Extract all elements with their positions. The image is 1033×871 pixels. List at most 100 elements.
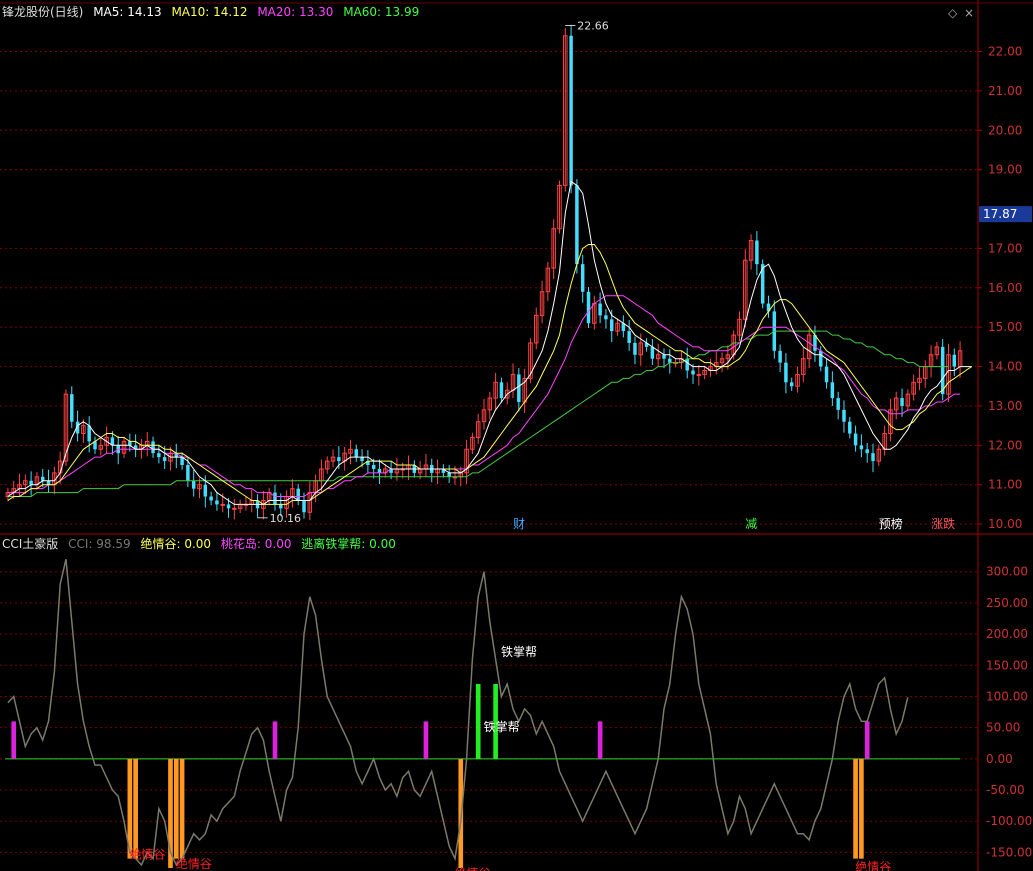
candle-down <box>354 449 359 458</box>
candle-down <box>604 315 608 320</box>
cci-tick-label: -150.00 <box>986 845 1032 859</box>
candle-down <box>691 370 695 375</box>
candle-down <box>871 453 875 462</box>
cci-signal-label: 绝情谷 <box>129 847 165 862</box>
candle-down <box>859 445 864 450</box>
candle-down <box>203 484 208 497</box>
price-panel-header: 锋龙股份(日线) MA5: 14.13 MA10: 14.12 MA20: 13… <box>2 3 425 21</box>
candle-down <box>215 500 219 505</box>
candle-down <box>598 303 602 316</box>
taohuadao-bar <box>597 721 603 759</box>
candle-down <box>128 441 132 446</box>
event-marker-label: 财 <box>513 517 525 531</box>
candle-down <box>209 496 213 501</box>
candle-down <box>447 472 451 477</box>
event-marker-label: 预榜 <box>879 516 903 531</box>
taohuadao-bar <box>423 721 429 759</box>
candle-down <box>337 457 341 462</box>
candle-down <box>848 421 852 434</box>
cci-tick-label: 50.00 <box>986 721 1020 735</box>
candle-down <box>157 453 161 458</box>
jueqinggu-bar <box>859 758 864 859</box>
price-tick-label: 16.00 <box>988 281 1022 295</box>
cci-tick-label: 300.00 <box>986 565 1028 579</box>
taohuadao-bar <box>11 721 17 759</box>
candle-down <box>830 382 835 399</box>
cci-tick-label: 150.00 <box>986 658 1028 672</box>
last-price-label: 17.87 <box>983 207 1017 221</box>
cci-tick-label: 0.00 <box>986 752 1013 766</box>
candle-down <box>580 264 585 292</box>
price-tick-label: 10.00 <box>988 517 1022 531</box>
candle-down <box>650 346 655 359</box>
candle-down <box>853 433 858 446</box>
candle-down <box>900 398 904 406</box>
cci-signal-label: 绝情谷 <box>455 865 491 871</box>
stock-chart[interactable]: 10.00 11.00 12.00 13.00 14.00 15.00 16.00 17.00… <box>0 0 1033 871</box>
candle-down <box>836 398 840 410</box>
candle-up <box>696 373 702 376</box>
diamond-icon[interactable]: ◇ <box>948 6 957 20</box>
price-tick-label: 22.00 <box>988 45 1022 59</box>
ma20-label: MA20: 13.30 <box>257 5 334 19</box>
cci-panel-header: CCI土豪版 CCI: 98.59 绝情谷: 0.00 桃花岛: 0.00 逃离… <box>2 535 402 553</box>
cci-tick-label: -50.00 <box>986 783 1025 797</box>
cci-tick-label: 100.00 <box>986 689 1028 703</box>
cci-panel-title: CCI土豪版 <box>2 537 59 551</box>
jueqinggu-bar <box>173 758 179 859</box>
price-tick-label: 11.00 <box>988 478 1022 492</box>
candle-down <box>668 358 672 363</box>
candle-down <box>29 480 33 485</box>
candle-down <box>609 319 614 332</box>
price-tick-label: 15.00 <box>988 320 1022 334</box>
candle-down <box>569 35 573 186</box>
price-tick-label: 20.00 <box>988 123 1022 137</box>
candle-down <box>819 350 823 367</box>
tiezhangbang-label: 逃离铁掌帮: 0.00 <box>301 537 396 551</box>
price-tick-label: 12.00 <box>988 438 1022 452</box>
tiezhangbang-bar <box>475 683 481 759</box>
ma60-label: MA60: 13.99 <box>343 5 420 19</box>
event-marker-label: 减 <box>745 517 757 531</box>
price-panel-title: 锋龙股份(日线) <box>2 5 84 19</box>
candle-down <box>778 350 782 363</box>
price-tick-label: 13.00 <box>988 399 1022 413</box>
cci-tick-label: 250.00 <box>986 596 1028 610</box>
candle-down <box>865 449 869 454</box>
taohuadao-label: 桃花岛: 0.00 <box>220 537 292 551</box>
candle-down <box>296 488 300 501</box>
candle-down <box>46 480 51 485</box>
candle-down <box>575 185 579 265</box>
candle-down <box>360 457 364 462</box>
cci-tick-label: -100.00 <box>986 814 1032 828</box>
price-tick-label: 21.00 <box>988 84 1022 98</box>
taohuadao-bar <box>272 721 278 759</box>
jueqinggu-bar <box>853 758 858 859</box>
candle-down <box>191 480 196 489</box>
jueqinggu-bar <box>133 758 138 859</box>
candle-down <box>162 457 167 462</box>
candle-down <box>824 366 829 383</box>
taohuadao-bar <box>864 721 870 759</box>
candle-down <box>789 382 794 387</box>
cci-signal-label: 绝情谷 <box>176 856 212 871</box>
candle-down <box>40 476 45 481</box>
ma20-line <box>7 295 961 497</box>
candle-down <box>377 468 382 473</box>
close-icon[interactable]: × <box>964 6 974 20</box>
candle-down <box>842 409 846 422</box>
candle-down <box>662 354 666 359</box>
candle-down <box>517 374 521 403</box>
cci-signal-label: 铁掌帮 <box>484 720 520 734</box>
cci-line <box>7 559 909 867</box>
candle-down <box>226 504 231 509</box>
extreme-price-label: 10.16 <box>270 512 302 525</box>
cci-value-label: CCI: 98.59 <box>68 537 131 551</box>
ma5-line <box>7 180 972 505</box>
price-tick-label: 17.00 <box>988 241 1022 255</box>
candle-down <box>151 441 155 454</box>
candle-down <box>70 394 74 422</box>
candle-down <box>784 362 788 383</box>
cci-signal-label: 铁掌帮 <box>501 645 537 659</box>
candle-down <box>302 500 306 513</box>
